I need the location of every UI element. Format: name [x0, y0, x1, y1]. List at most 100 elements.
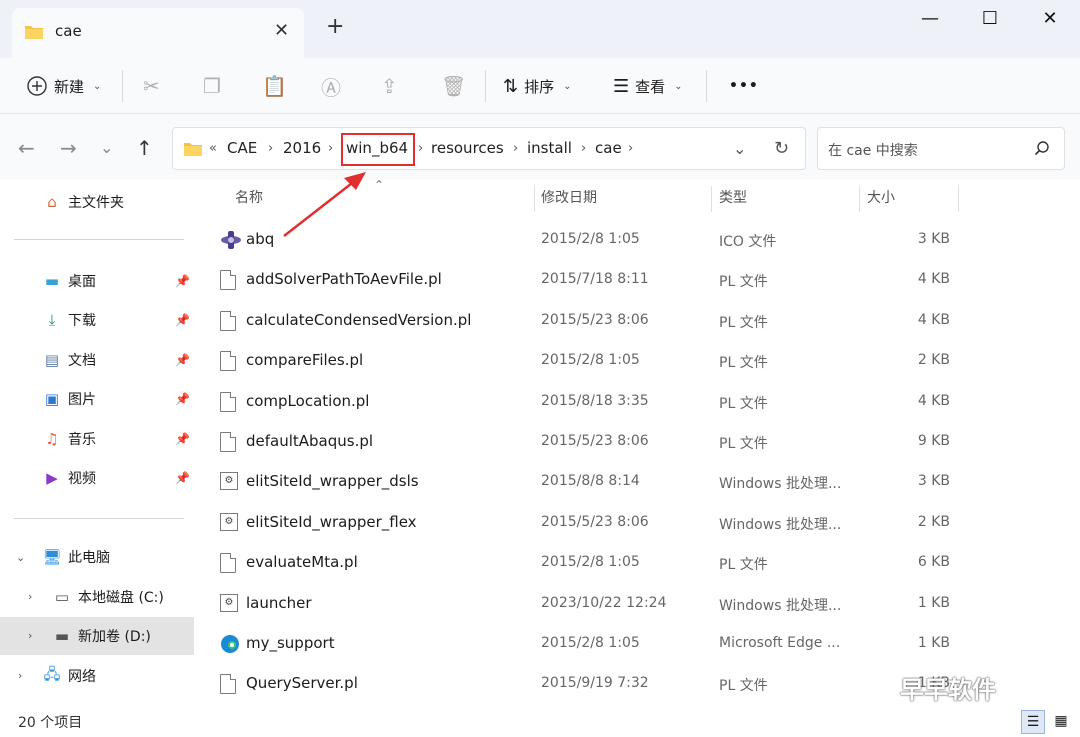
sidebar-item-this-pc[interactable]: ⌄ 🖥 此电脑	[0, 538, 200, 576]
chevron-down-icon[interactable]: ⌄	[16, 551, 25, 564]
paste-icon[interactable]: 📋	[262, 58, 287, 114]
file-type: PL 文件	[719, 355, 768, 372]
file-row[interactable]: my_support 2015/2/8 1:05 Microsoft Edge ..…	[200, 624, 1080, 664]
address-bar[interactable]: « CAE › 2016 › win_b64 › resources › ins…	[172, 127, 806, 170]
file-date: 2015/8/18 3:35	[541, 392, 649, 409]
column-header-type[interactable]: 类型	[719, 180, 747, 216]
sidebar-item-drive-d[interactable]: › ▬ 新加卷 (D:)	[0, 617, 194, 655]
view-button[interactable]: ☰ 查看 ⌄	[613, 58, 683, 114]
search-box[interactable]: 在 cae 中搜索	[817, 127, 1065, 170]
column-divider[interactable]	[859, 186, 860, 212]
column-header-name[interactable]: 名称	[235, 180, 263, 216]
file-date: 2015/8/8 8:14	[541, 473, 640, 490]
file-row[interactable]: ⚙ elitSiteId_wrapper_flex 2015/5/23 8:06 Wi…	[200, 503, 1080, 543]
file-row[interactable]: compareFiles.pl 2015/2/8 1:05 PL 文件 2 KB	[200, 341, 1080, 381]
recent-locations-chevron-icon[interactable]: ⌄	[100, 138, 113, 157]
file-size: 2 KB	[917, 352, 950, 369]
abaqus-icon	[220, 230, 241, 252]
breadcrumb-resources[interactable]: resources	[431, 128, 504, 169]
navigation-pane: ⌂ 主文件夹 ▬ 桌面 📌 ⤓ 下载 📌 ▤ 文档 📌 ▣ 图片 📌 ♫ 音乐 …	[0, 180, 200, 700]
pin-icon[interactable]: 📌	[175, 274, 190, 288]
up-arrow-icon[interactable]: ↑	[136, 136, 153, 160]
chevron-down-icon: ⌄	[93, 80, 102, 92]
chevron-right-icon[interactable]: ›	[513, 128, 518, 169]
chevron-right-icon[interactable]: ›	[28, 590, 32, 603]
file-date: 2015/5/23 8:06	[541, 513, 649, 530]
new-tab-button[interactable]: +	[326, 16, 344, 38]
item-count: 20 个项目	[18, 715, 83, 731]
share-icon[interactable]: ⇪	[381, 58, 398, 114]
pin-icon[interactable]: 📌	[175, 432, 190, 446]
column-header-size[interactable]: 大小	[867, 180, 895, 216]
file-type: PL 文件	[719, 436, 768, 452]
sidebar-item-desktop[interactable]: ▬ 桌面 📌	[0, 262, 200, 300]
file-size: 4 KB	[917, 271, 950, 288]
address-history-chevron-icon[interactable]: ⌄	[733, 128, 746, 169]
breadcrumb-cae-root[interactable]: CAE	[227, 128, 257, 169]
tab-close-icon[interactable]: ✕	[274, 20, 289, 41]
sidebar-item-home[interactable]: ⌂ 主文件夹	[0, 183, 200, 221]
file-size: 4 KB	[917, 392, 950, 409]
download-icon: ⤓	[48, 311, 56, 329]
sidebar-item-videos[interactable]: ▶ 视频 📌	[0, 459, 200, 497]
new-button[interactable]: 新建 ⌄	[26, 58, 101, 114]
toolbar-divider	[485, 70, 486, 102]
pin-icon[interactable]: 📌	[175, 392, 190, 406]
file-icon	[220, 674, 240, 696]
refresh-icon[interactable]: ↻	[774, 128, 789, 169]
pin-icon[interactable]: 📌	[175, 313, 190, 327]
sidebar-item-music[interactable]: ♫ 音乐 📌	[0, 420, 200, 458]
sidebar-item-network[interactable]: › 🖧 网络	[0, 657, 200, 695]
file-row[interactable]: ⚙ launcher 2023/10/22 12:24 Windows 批处理... 1…	[200, 584, 1080, 624]
file-name: launcher	[246, 593, 312, 612]
sidebar-item-pictures[interactable]: ▣ 图片 📌	[0, 380, 200, 418]
annotation-arrow	[283, 172, 366, 237]
copy-icon[interactable]: ❐	[203, 58, 221, 114]
tab-cae[interactable]: cae ✕	[12, 8, 304, 58]
chevron-right-icon[interactable]: ›	[28, 629, 32, 642]
tiles-view-icon[interactable]: ▦	[1049, 710, 1073, 734]
chevron-right-icon[interactable]: ›	[418, 128, 423, 169]
file-row[interactable]: defaultAbaqus.pl 2015/5/23 8:06 PL 文件 9 KB	[200, 422, 1080, 462]
sidebar-item-drive-c[interactable]: › ▭ 本地磁盘 (C:)	[0, 578, 200, 616]
chevron-right-icon[interactable]: ›	[628, 128, 633, 169]
file-row[interactable]: ⚙ elitSiteId_wrapper_dsls 2015/8/8 8:14 Win…	[200, 462, 1080, 502]
plus-circle-icon	[27, 76, 47, 96]
sidebar-item-label: 视频	[68, 471, 96, 487]
pin-icon[interactable]: 📌	[175, 353, 190, 367]
column-divider[interactable]	[711, 186, 712, 212]
file-name: evaluateMta.pl	[246, 553, 358, 572]
delete-icon[interactable]: 🗑	[441, 58, 466, 114]
sidebar-item-documents[interactable]: ▤ 文档 📌	[0, 341, 200, 379]
file-row[interactable]: calculateCondensedVersion.pl 2015/5/23 8:…	[200, 301, 1080, 341]
rename-icon[interactable]: Ⓐ	[321, 58, 341, 114]
cut-icon[interactable]: ✂	[143, 58, 160, 114]
batch-icon: ⚙	[220, 512, 240, 535]
column-divider[interactable]	[534, 186, 535, 212]
file-type: PL 文件	[719, 678, 768, 695]
details-view-icon[interactable]: ☰	[1021, 710, 1045, 734]
forward-arrow-icon[interactable]: →	[60, 136, 77, 160]
file-type: Windows 批处理...	[719, 597, 842, 614]
file-size: 1 KB	[917, 594, 950, 611]
file-row[interactable]: addSolverPathToAevFile.pl 2015/7/18 8:11 P…	[200, 260, 1080, 300]
toolbar-divider	[122, 70, 123, 102]
file-row[interactable]: evaluateMta.pl 2015/2/8 1:05 PL 文件 6 KB	[200, 543, 1080, 583]
overflow-chevron-icon[interactable]: «	[209, 128, 217, 169]
chevron-right-icon[interactable]: ›	[581, 128, 586, 169]
column-header-date[interactable]: 修改日期	[541, 180, 597, 216]
file-date: 2015/2/8 1:05	[541, 554, 640, 571]
breadcrumb-install[interactable]: install	[527, 128, 572, 169]
maximize-button[interactable]: ☐	[960, 0, 1020, 40]
sort-button[interactable]: ⇅ 排序 ⌄	[503, 58, 572, 114]
back-arrow-icon[interactable]: ←	[18, 136, 35, 160]
column-divider[interactable]	[958, 186, 959, 212]
close-window-button[interactable]: ✕	[1020, 0, 1080, 40]
more-options-button[interactable]: •••	[729, 58, 759, 114]
breadcrumb-cae[interactable]: cae	[595, 128, 622, 169]
sidebar-item-downloads[interactable]: ⤓ 下载 📌	[0, 301, 200, 339]
pin-icon[interactable]: 📌	[175, 471, 190, 485]
file-row[interactable]: compLocation.pl 2015/8/18 3:35 PL 文件 4 KB	[200, 382, 1080, 422]
minimize-button[interactable]: —	[900, 0, 960, 40]
chevron-right-icon[interactable]: ›	[18, 669, 22, 682]
